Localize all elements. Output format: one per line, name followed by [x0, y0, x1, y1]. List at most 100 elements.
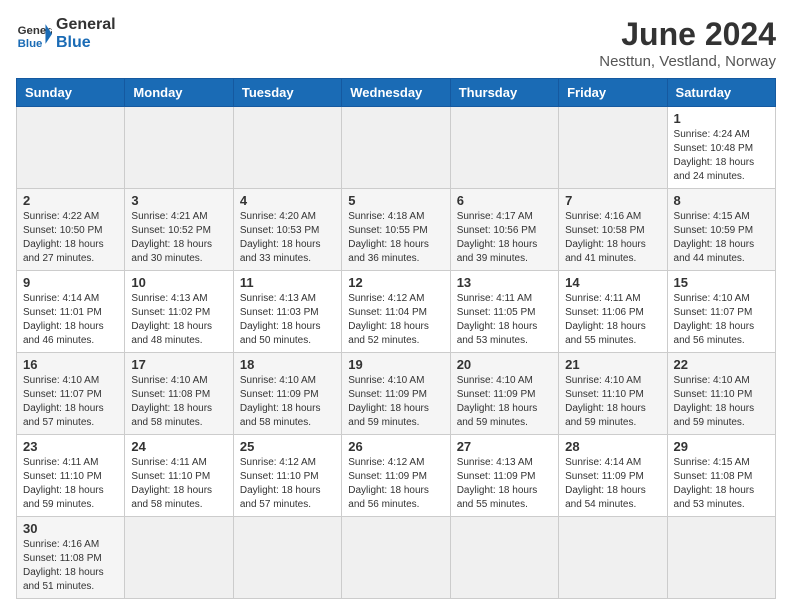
calendar-cell: 27Sunrise: 4:13 AMSunset: 11:09 PMDaylig…: [450, 435, 558, 517]
calendar-cell: 2Sunrise: 4:22 AMSunset: 10:50 PMDayligh…: [17, 189, 125, 271]
calendar-week-row: 1 Sunrise: 4:24 AMSunset: 10:48 PMDayligh…: [17, 107, 776, 189]
calendar-cell: 28Sunrise: 4:14 AMSunset: 11:09 PMDaylig…: [559, 435, 667, 517]
title-area: June 2024 Nesttun, Vestland, Norway: [599, 16, 776, 70]
day-number: 2: [23, 193, 118, 208]
month-title: June 2024: [599, 16, 776, 53]
calendar-week-row: 9 Sunrise: 4:14 AMSunset: 11:01 PMDayligh…: [17, 271, 776, 353]
logo: General Blue General Blue: [16, 16, 116, 52]
day-info: Sunrise: 4:14 AMSunset: 11:09 PMDaylight…: [565, 456, 660, 512]
day-info: Sunrise: 4:15 AMSunset: 11:08 PMDaylight…: [674, 456, 769, 512]
logo-general-text: General: [56, 16, 116, 34]
calendar-cell: 9 Sunrise: 4:14 AMSunset: 11:01 PMDayligh…: [17, 271, 125, 353]
day-info: Sunrise: 4:13 AMSunset: 11:02 PMDaylight…: [131, 292, 226, 348]
calendar-cell: 14Sunrise: 4:11 AMSunset: 11:06 PMDaylig…: [559, 271, 667, 353]
day-number: 6: [457, 193, 552, 208]
day-info: Sunrise: 4:18 AMSunset: 10:55 PMDaylight…: [348, 210, 443, 266]
calendar-week-row: 2Sunrise: 4:22 AMSunset: 10:50 PMDayligh…: [17, 189, 776, 271]
calendar-cell: 25 Sunrise: 4:12 AMSunset: 11:10 PMDaylig…: [233, 435, 341, 517]
day-info: Sunrise: 4:10 AMSunset: 11:07 PMDaylight…: [23, 374, 118, 430]
day-info: Sunrise: 4:10 AMSunset: 11:10 PMDaylight…: [674, 374, 769, 430]
day-info: Sunrise: 4:10 AMSunset: 11:09 PMDaylight…: [240, 374, 335, 430]
day-info: Sunrise: 4:20 AMSunset: 10:53 PMDaylight…: [240, 210, 335, 266]
day-number: 26: [348, 439, 443, 454]
day-number: 29: [674, 439, 769, 454]
calendar-cell: [450, 517, 558, 599]
day-info: Sunrise: 4:12 AMSunset: 11:09 PMDaylight…: [348, 456, 443, 512]
day-number: 14: [565, 275, 660, 290]
calendar-cell: 10 Sunrise: 4:13 AMSunset: 11:02 PMDaylig…: [125, 271, 233, 353]
calendar-cell: 6 Sunrise: 4:17 AMSunset: 10:56 PMDayligh…: [450, 189, 558, 271]
calendar-cell: [233, 107, 341, 189]
day-number: 8: [674, 193, 769, 208]
weekday-header-tuesday: Tuesday: [233, 79, 341, 107]
day-number: 10: [131, 275, 226, 290]
day-number: 3: [131, 193, 226, 208]
day-number: 9: [23, 275, 118, 290]
day-number: 17: [131, 357, 226, 372]
calendar-week-row: 23 Sunrise: 4:11 AMSunset: 11:10 PMDaylig…: [17, 435, 776, 517]
day-info: Sunrise: 4:15 AMSunset: 10:59 PMDaylight…: [674, 210, 769, 266]
day-info: Sunrise: 4:12 AMSunset: 11:04 PMDaylight…: [348, 292, 443, 348]
page-header: General Blue General Blue June 2024 Nest…: [16, 16, 776, 70]
calendar-cell: 11Sunrise: 4:13 AMSunset: 11:03 PMDaylig…: [233, 271, 341, 353]
day-number: 23: [23, 439, 118, 454]
location-subtitle: Nesttun, Vestland, Norway: [599, 53, 776, 70]
calendar-cell: [667, 517, 775, 599]
day-number: 7: [565, 193, 660, 208]
day-number: 25: [240, 439, 335, 454]
calendar-cell: [233, 517, 341, 599]
calendar-cell: 3 Sunrise: 4:21 AMSunset: 10:52 PMDayligh…: [125, 189, 233, 271]
day-info: Sunrise: 4:16 AMSunset: 10:58 PMDaylight…: [565, 210, 660, 266]
calendar-cell: [342, 517, 450, 599]
calendar-cell: 8 Sunrise: 4:15 AMSunset: 10:59 PMDayligh…: [667, 189, 775, 271]
calendar-cell: 1 Sunrise: 4:24 AMSunset: 10:48 PMDayligh…: [667, 107, 775, 189]
day-info: Sunrise: 4:10 AMSunset: 11:10 PMDaylight…: [565, 374, 660, 430]
calendar-cell: 22Sunrise: 4:10 AMSunset: 11:10 PMDaylig…: [667, 353, 775, 435]
weekday-header-monday: Monday: [125, 79, 233, 107]
svg-text:Blue: Blue: [18, 38, 43, 50]
calendar-cell: 24Sunrise: 4:11 AMSunset: 11:10 PMDaylig…: [125, 435, 233, 517]
logo-icon: General Blue: [16, 16, 52, 52]
calendar-week-row: 16 Sunrise: 4:10 AMSunset: 11:07 PMDaylig…: [17, 353, 776, 435]
day-info: Sunrise: 4:17 AMSunset: 10:56 PMDaylight…: [457, 210, 552, 266]
day-info: Sunrise: 4:14 AMSunset: 11:01 PMDaylight…: [23, 292, 118, 348]
day-info: Sunrise: 4:10 AMSunset: 11:09 PMDaylight…: [348, 374, 443, 430]
day-number: 16: [23, 357, 118, 372]
calendar-cell: 26 Sunrise: 4:12 AMSunset: 11:09 PMDaylig…: [342, 435, 450, 517]
calendar-cell: 19 Sunrise: 4:10 AMSunset: 11:09 PMDaylig…: [342, 353, 450, 435]
calendar-cell: [559, 107, 667, 189]
calendar-table: SundayMondayTuesdayWednesdayThursdayFrid…: [16, 78, 776, 599]
day-info: Sunrise: 4:12 AMSunset: 11:10 PMDaylight…: [240, 456, 335, 512]
calendar-cell: 5Sunrise: 4:18 AMSunset: 10:55 PMDayligh…: [342, 189, 450, 271]
day-info: Sunrise: 4:10 AMSunset: 11:09 PMDaylight…: [457, 374, 552, 430]
day-number: 18: [240, 357, 335, 372]
day-number: 30: [23, 521, 118, 536]
weekday-header-wednesday: Wednesday: [342, 79, 450, 107]
day-info: Sunrise: 4:11 AMSunset: 11:05 PMDaylight…: [457, 292, 552, 348]
weekday-header-saturday: Saturday: [667, 79, 775, 107]
day-number: 1: [674, 111, 769, 126]
calendar-cell: 18 Sunrise: 4:10 AMSunset: 11:09 PMDaylig…: [233, 353, 341, 435]
calendar-cell: 21 Sunrise: 4:10 AMSunset: 11:10 PMDaylig…: [559, 353, 667, 435]
calendar-cell: 17Sunrise: 4:10 AMSunset: 11:08 PMDaylig…: [125, 353, 233, 435]
calendar-cell: [342, 107, 450, 189]
calendar-cell: 12 Sunrise: 4:12 AMSunset: 11:04 PMDaylig…: [342, 271, 450, 353]
day-number: 27: [457, 439, 552, 454]
day-number: 11: [240, 275, 335, 290]
day-number: 19: [348, 357, 443, 372]
calendar-cell: [17, 107, 125, 189]
calendar-cell: 29 Sunrise: 4:15 AMSunset: 11:08 PMDaylig…: [667, 435, 775, 517]
day-info: Sunrise: 4:24 AMSunset: 10:48 PMDaylight…: [674, 128, 769, 184]
calendar-cell: 13Sunrise: 4:11 AMSunset: 11:05 PMDaylig…: [450, 271, 558, 353]
calendar-cell: 16 Sunrise: 4:10 AMSunset: 11:07 PMDaylig…: [17, 353, 125, 435]
day-info: Sunrise: 4:21 AMSunset: 10:52 PMDaylight…: [131, 210, 226, 266]
calendar-cell: [125, 107, 233, 189]
weekday-header-friday: Friday: [559, 79, 667, 107]
calendar-cell: [125, 517, 233, 599]
calendar-cell: 15Sunrise: 4:10 AMSunset: 11:07 PMDaylig…: [667, 271, 775, 353]
day-number: 15: [674, 275, 769, 290]
day-number: 12: [348, 275, 443, 290]
calendar-cell: [450, 107, 558, 189]
day-info: Sunrise: 4:11 AMSunset: 11:10 PMDaylight…: [23, 456, 118, 512]
day-number: 21: [565, 357, 660, 372]
